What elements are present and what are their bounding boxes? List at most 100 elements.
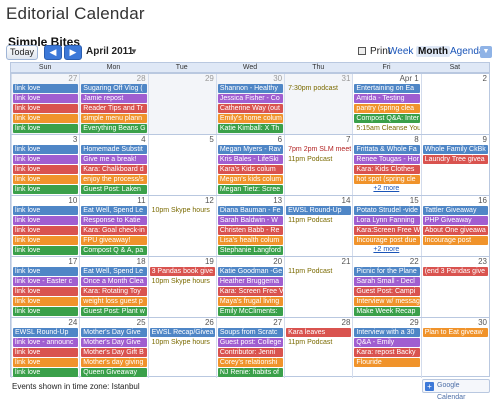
event-chip[interactable]: Jessica Fisher - Co [217, 94, 284, 103]
more-events-link[interactable]: +2 more [373, 185, 399, 192]
day-number[interactable]: 17 [68, 257, 77, 267]
next-month-button[interactable]: ▶ [64, 45, 82, 60]
day-cell[interactable]: 23 (end 3 Pandas give [420, 257, 489, 317]
event-chip[interactable]: link love [13, 104, 79, 113]
day-cell[interactable]: 4 Homemade Substit Give me a break! Kara: C… [79, 135, 147, 195]
event-chip[interactable]: Kris Bales - LifeSki [217, 155, 284, 164]
day-number[interactable]: 22 [410, 257, 419, 267]
event-chip[interactable]: Amida - Testing [354, 94, 420, 103]
view-menu-caret-icon[interactable]: ▼ [480, 46, 492, 58]
day-number[interactable]: 11 [137, 196, 145, 206]
event-chip[interactable]: Megan's kids colum [217, 175, 284, 184]
event-chip[interactable]: Queen Giveaway [81, 368, 147, 377]
day-number[interactable]: 23 [478, 257, 487, 267]
day-cell[interactable]: 10 link love link love link love link love li… [11, 196, 79, 256]
event-chip[interactable]: Picnic for the Plane [354, 267, 420, 276]
event-chip[interactable]: Tattler Giveaway [422, 206, 488, 215]
event-chip[interactable]: Heather Bruggema [217, 277, 284, 286]
timed-event[interactable]: 5:15am Cleanse Your [354, 124, 419, 133]
event-chip[interactable]: Megan Myers - Rav [217, 145, 284, 154]
event-chip[interactable]: link love [13, 145, 79, 154]
event-chip[interactable]: Once a Month Clea [81, 277, 147, 286]
more-events-link[interactable]: +2 more [373, 246, 399, 253]
event-chip[interactable]: Mother's Day Give [81, 338, 147, 347]
event-chip[interactable]: Soups from Scratc [217, 328, 284, 337]
day-cell[interactable]: 15 Potato Strudel -vide Lora Lynn Fanning K… [352, 196, 420, 256]
day-number[interactable]: 7 [346, 135, 350, 145]
event-chip[interactable]: Kara: Goal check-in [81, 226, 147, 235]
timed-event[interactable]: 11pm Podcast [286, 155, 351, 164]
event-chip[interactable]: Mother's Day Gift B [81, 348, 147, 357]
day-cell[interactable]: 27 link love link love link love link love li… [11, 74, 80, 134]
event-chip[interactable]: link love [13, 267, 79, 276]
event-chip[interactable]: Frittata & Whole Fa [354, 145, 420, 154]
event-chip[interactable]: link love [13, 226, 79, 235]
day-cell[interactable]: 22 Picnic for the Plane Sarah Small - Decl… [352, 257, 420, 317]
event-chip[interactable]: Katie Kimball: X Th [217, 124, 284, 133]
day-number[interactable]: 26 [205, 318, 214, 328]
day-number[interactable]: 30 [478, 318, 487, 328]
day-number[interactable]: 15 [410, 196, 419, 206]
event-chip[interactable]: Interview w/ messag [354, 297, 420, 306]
event-chip[interactable]: Plan to Eat giveaw [422, 328, 488, 337]
event-chip[interactable]: Christen Babb - Re [217, 226, 284, 235]
event-chip[interactable]: Kara: Rotating Toy [81, 287, 147, 296]
event-chip[interactable]: Incourage post due [354, 236, 420, 245]
print-link[interactable]: Print [358, 46, 391, 57]
tab-month[interactable]: Month [416, 46, 450, 57]
event-chip[interactable]: link love [13, 287, 79, 296]
event-chip[interactable]: Eat Well, Spend Le [81, 206, 147, 215]
event-chip[interactable]: Incourage post [422, 236, 488, 245]
event-chip[interactable]: Maya's frugal living [217, 297, 284, 306]
day-number[interactable]: 13 [273, 196, 282, 206]
day-number[interactable]: 5 [209, 135, 213, 145]
event-chip[interactable]: FPU giveaway! [81, 236, 147, 245]
timed-event[interactable]: 11pm Podcast [286, 267, 351, 276]
event-chip[interactable]: Give me a break! [81, 155, 147, 164]
event-chip[interactable]: Kara leaves [286, 328, 352, 337]
day-cell[interactable]: 6 Megan Myers - Rav Kris Bales - LifeSki Ka… [215, 135, 284, 195]
event-chip[interactable]: link love [13, 94, 79, 103]
day-number[interactable]: 31 [342, 74, 351, 84]
event-chip[interactable]: Kara: Chalkboard d [81, 165, 147, 174]
day-number[interactable]: 20 [273, 257, 282, 267]
event-chip[interactable]: link love [13, 307, 79, 316]
day-cell[interactable]: 29 [147, 74, 216, 134]
day-cell[interactable]: 30 Plan to Eat giveaw [420, 318, 489, 378]
day-cell[interactable]: 24 EWSL Round-Up link love - announc link l… [11, 318, 79, 378]
day-number[interactable]: 29 [410, 318, 419, 328]
day-cell[interactable]: 27 Soups from Scratc Guest post: College Co… [215, 318, 284, 378]
event-chip[interactable]: link love [13, 368, 79, 377]
day-number[interactable]: 25 [137, 318, 146, 328]
event-chip[interactable]: Guest Post: Campi [354, 287, 420, 296]
timed-event[interactable]: 7pm 2pm SLM meeti [286, 145, 351, 154]
day-number[interactable]: 24 [68, 318, 77, 328]
day-cell[interactable]: 28 Sugaring Off Vlog (Jamie repost Reader … [79, 74, 148, 134]
event-chip[interactable]: Guest Post: Plant w [81, 307, 147, 316]
event-chip[interactable]: link love [13, 206, 79, 215]
day-cell[interactable]: 13 Diana Bauman - Fe Sarah Baldwin - W Chri… [215, 196, 284, 256]
prev-month-button[interactable]: ◀ [44, 45, 62, 60]
day-cell[interactable]: 14 EWSL Round-Up 11pm Podcast [284, 196, 352, 256]
event-chip[interactable]: Eat Well, Spend Le [81, 267, 147, 276]
timed-event[interactable]: 11pm Podcast [286, 216, 351, 225]
day-cell[interactable]: 12 10pm Skype hours [147, 196, 216, 256]
event-chip[interactable]: link love [13, 348, 79, 357]
event-chip[interactable]: Mother's day giving [81, 358, 147, 367]
event-chip[interactable]: pantry (spring clea [354, 104, 420, 113]
day-cell[interactable]: 25 Mother's Day Give Mother's Day Give Moth… [79, 318, 147, 378]
event-chip[interactable]: Reader Tips and Tr [81, 104, 147, 113]
event-chip[interactable]: link love [13, 236, 79, 245]
day-cell[interactable]: 29 Interview with a 30 Q&A - Emily Kara: re… [352, 318, 420, 378]
event-chip[interactable]: EWSL Round-Up [286, 206, 352, 215]
event-chip[interactable]: Potato Strudel -vide [354, 206, 420, 215]
event-chip[interactable]: Kara: Screen Free V [217, 287, 284, 296]
day-cell[interactable]: 7 7pm 2pm SLM meeti 11pm Podcast [284, 135, 352, 195]
day-cell[interactable]: 21 11pm Podcast [284, 257, 352, 317]
day-cell[interactable]: 18 Eat Well, Spend Le Once a Month Clea Kar… [79, 257, 147, 317]
event-chip[interactable]: Homemade Substit [81, 145, 147, 154]
event-chip[interactable]: link love - Easter c [13, 277, 79, 286]
event-chip[interactable]: Jamie repost [81, 94, 147, 103]
day-cell[interactable]: 2 [420, 74, 489, 134]
event-chip[interactable]: Stephanie Langford [217, 246, 284, 255]
